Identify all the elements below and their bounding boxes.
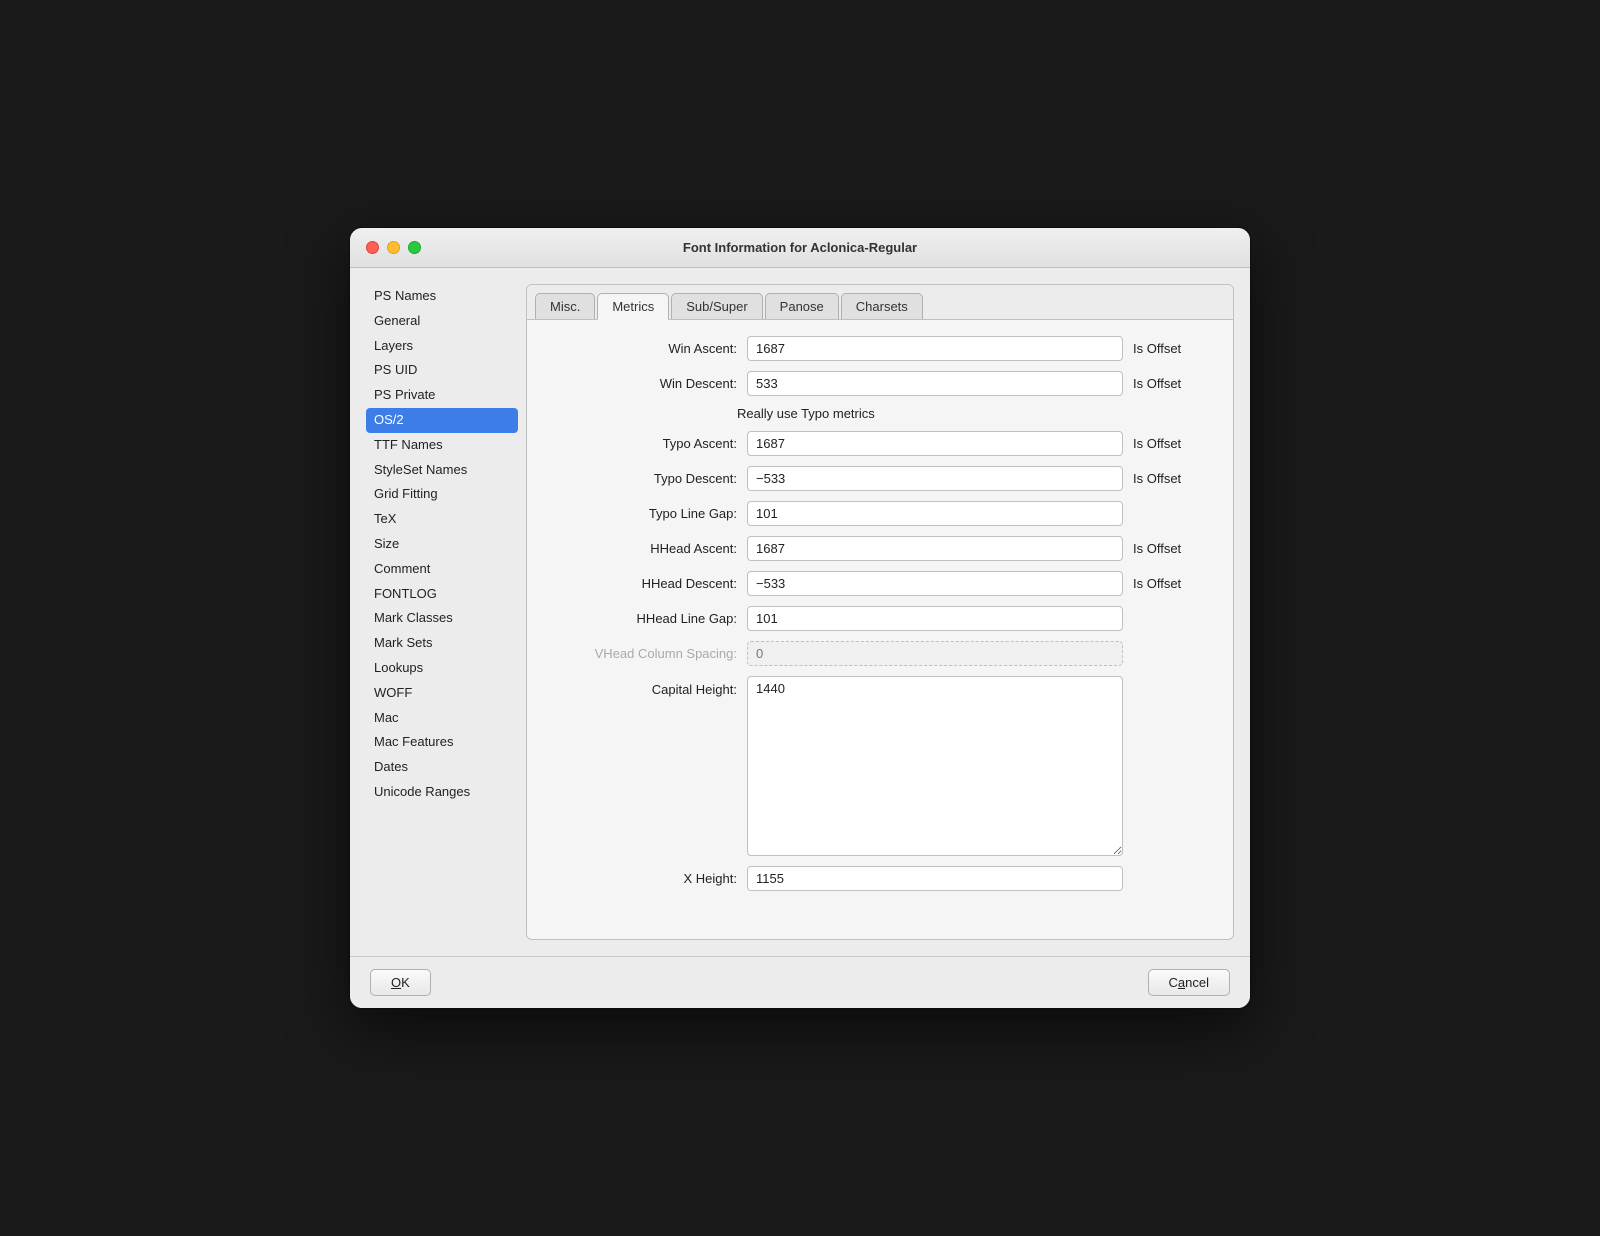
hhead-descent-row: HHead Descent: Is Offset — [547, 571, 1213, 596]
sidebar-item-layers[interactable]: Layers — [366, 334, 518, 359]
typo-ascent-input[interactable] — [747, 431, 1123, 456]
typo-line-gap-label: Typo Line Gap: — [547, 506, 737, 521]
typo-descent-label: Typo Descent: — [547, 471, 737, 486]
typo-descent-row: Typo Descent: Is Offset — [547, 466, 1213, 491]
main-content: Misc.MetricsSub/SuperPanoseCharsets Win … — [526, 284, 1234, 940]
sidebar-item-ps-private[interactable]: PS Private — [366, 383, 518, 408]
hhead-line-gap-row: HHead Line Gap: — [547, 606, 1213, 631]
capital-height-textarea[interactable]: 1440 — [747, 676, 1123, 856]
sidebar-item-comment[interactable]: Comment — [366, 557, 518, 582]
tabs: Misc.MetricsSub/SuperPanoseCharsets — [527, 285, 1233, 320]
traffic-lights — [366, 241, 421, 254]
minimize-button[interactable] — [387, 241, 400, 254]
hhead-line-gap-label: HHead Line Gap: — [547, 611, 737, 626]
really-use-label[interactable]: Really use Typo metrics — [737, 406, 875, 421]
typo-ascent-row: Typo Ascent: Is Offset — [547, 431, 1213, 456]
sidebar-item-lookups[interactable]: Lookups — [366, 656, 518, 681]
window: Font Information for Aclonica-Regular PS… — [350, 228, 1250, 1008]
sidebar-item-mark-classes[interactable]: Mark Classes — [366, 606, 518, 631]
sidebar-item-size[interactable]: Size — [366, 532, 518, 557]
hhead-ascent-suffix: Is Offset — [1133, 541, 1213, 556]
tab-metrics[interactable]: Metrics — [597, 293, 669, 320]
cancel-button[interactable]: Cancel — [1148, 969, 1230, 996]
sidebar-item-dates[interactable]: Dates — [366, 755, 518, 780]
form-content: Win Ascent: Is Offset Win Descent: Is Of… — [527, 320, 1233, 939]
sidebar-item-fontlog[interactable]: FONTLOG — [366, 582, 518, 607]
sidebar: PS NamesGeneralLayersPS UIDPS PrivateOS/… — [366, 284, 526, 940]
really-use-text: Really use Typo metrics — [737, 406, 875, 421]
win-descent-input[interactable] — [747, 371, 1123, 396]
window-footer: OK Cancel — [350, 956, 1250, 1008]
win-ascent-input[interactable] — [747, 336, 1123, 361]
sidebar-item-mac[interactable]: Mac — [366, 706, 518, 731]
sidebar-item-general[interactable]: General — [366, 309, 518, 334]
x-height-row: X Height: — [547, 866, 1213, 891]
tab-sub-super[interactable]: Sub/Super — [671, 293, 762, 319]
ok-button[interactable]: OK — [370, 969, 431, 996]
win-descent-row: Win Descent: Is Offset — [547, 371, 1213, 396]
capital-height-label: Capital Height: — [547, 676, 737, 697]
win-ascent-suffix: Is Offset — [1133, 341, 1213, 356]
hhead-ascent-row: HHead Ascent: Is Offset — [547, 536, 1213, 561]
really-use-row: Really use Typo metrics — [547, 406, 1213, 421]
hhead-ascent-label: HHead Ascent: — [547, 541, 737, 556]
sidebar-item-ps-uid[interactable]: PS UID — [366, 358, 518, 383]
typo-descent-suffix: Is Offset — [1133, 471, 1213, 486]
tab-panose[interactable]: Panose — [765, 293, 839, 319]
hhead-descent-input[interactable] — [747, 571, 1123, 596]
typo-line-gap-input[interactable] — [747, 501, 1123, 526]
window-body: PS NamesGeneralLayersPS UIDPS PrivateOS/… — [350, 268, 1250, 956]
capital-height-row: Capital Height: 1440 — [547, 676, 1213, 856]
win-descent-label: Win Descent: — [547, 376, 737, 391]
win-ascent-row: Win Ascent: Is Offset — [547, 336, 1213, 361]
sidebar-item-grid-fitting[interactable]: Grid Fitting — [366, 482, 518, 507]
vhead-column-spacing-row: VHead Column Spacing: — [547, 641, 1213, 666]
win-ascent-label: Win Ascent: — [547, 341, 737, 356]
tab-charsets[interactable]: Charsets — [841, 293, 923, 319]
x-height-input[interactable] — [747, 866, 1123, 891]
typo-ascent-label: Typo Ascent: — [547, 436, 737, 451]
typo-line-gap-row: Typo Line Gap: — [547, 501, 1213, 526]
typo-descent-input[interactable] — [747, 466, 1123, 491]
win-descent-suffix: Is Offset — [1133, 376, 1213, 391]
sidebar-item-tex[interactable]: TeX — [366, 507, 518, 532]
hhead-descent-suffix: Is Offset — [1133, 576, 1213, 591]
close-button[interactable] — [366, 241, 379, 254]
sidebar-item-woff[interactable]: WOFF — [366, 681, 518, 706]
hhead-line-gap-input[interactable] — [747, 606, 1123, 631]
typo-ascent-suffix: Is Offset — [1133, 436, 1213, 451]
sidebar-item-unicode-ranges[interactable]: Unicode Ranges — [366, 780, 518, 805]
window-title: Font Information for Aclonica-Regular — [683, 240, 917, 255]
maximize-button[interactable] — [408, 241, 421, 254]
vhead-column-spacing-input[interactable] — [747, 641, 1123, 666]
sidebar-item-styleset-names[interactable]: StyleSet Names — [366, 458, 518, 483]
x-height-label: X Height: — [547, 871, 737, 886]
sidebar-item-os/2[interactable]: OS/2 — [366, 408, 518, 433]
hhead-descent-label: HHead Descent: — [547, 576, 737, 591]
tab-misc.[interactable]: Misc. — [535, 293, 595, 319]
vhead-column-spacing-label: VHead Column Spacing: — [547, 646, 737, 661]
sidebar-item-ttf-names[interactable]: TTF Names — [366, 433, 518, 458]
sidebar-item-ps-names[interactable]: PS Names — [366, 284, 518, 309]
titlebar: Font Information for Aclonica-Regular — [350, 228, 1250, 268]
hhead-ascent-input[interactable] — [747, 536, 1123, 561]
sidebar-item-mark-sets[interactable]: Mark Sets — [366, 631, 518, 656]
sidebar-item-mac-features[interactable]: Mac Features — [366, 730, 518, 755]
